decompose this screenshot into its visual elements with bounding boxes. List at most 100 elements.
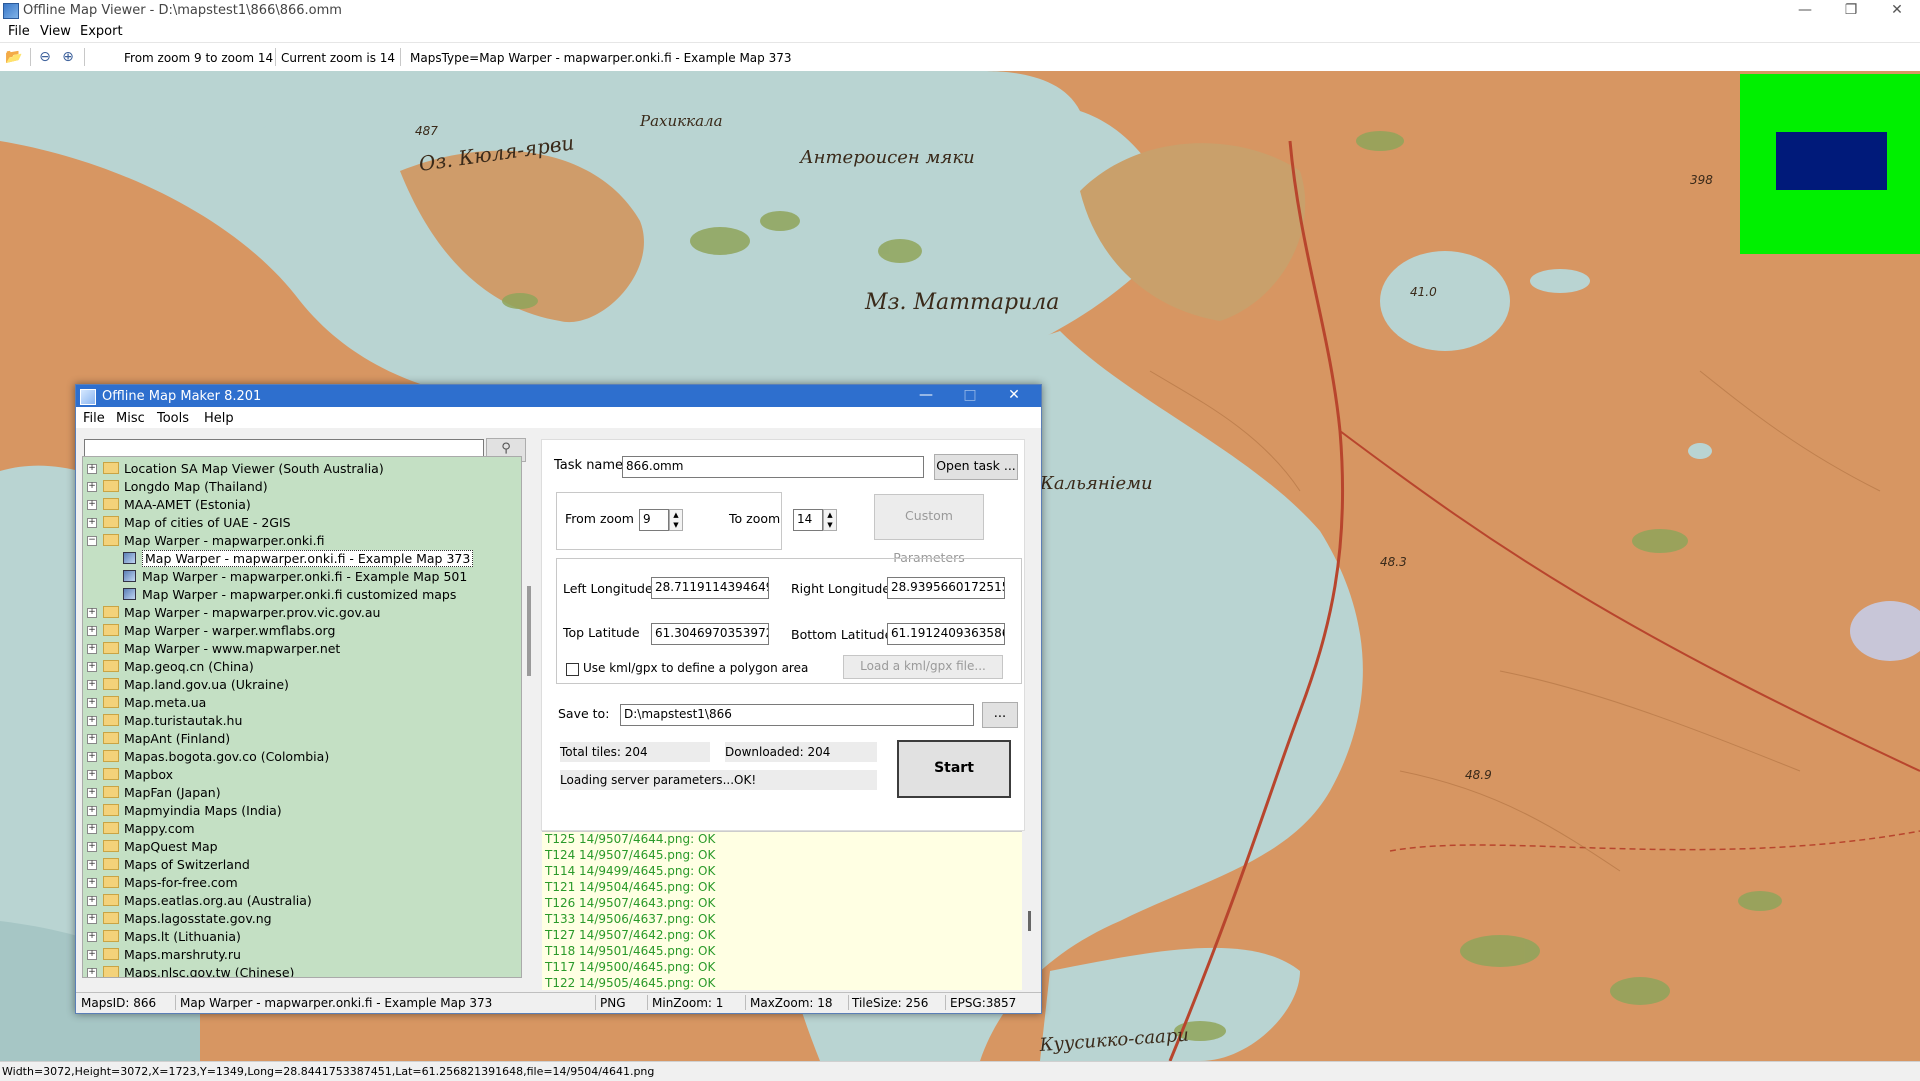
- expand-icon[interactable]: +: [87, 482, 97, 492]
- to-zoom-input[interactable]: 14: [793, 509, 823, 531]
- from-zoom-input[interactable]: 9: [639, 509, 669, 531]
- expand-icon[interactable]: +: [87, 878, 97, 888]
- tree-folder-item[interactable]: + Map Warper - www.mapwarper.net: [83, 639, 521, 657]
- expand-icon[interactable]: +: [87, 608, 97, 618]
- tree-folder-item[interactable]: + Longdo Map (Thailand): [83, 477, 521, 495]
- open-task-button[interactable]: Open task ...: [934, 454, 1018, 480]
- map-source-tree[interactable]: + Location SA Map Viewer (South Australia…: [82, 456, 522, 978]
- expand-icon[interactable]: +: [87, 824, 97, 834]
- expand-icon[interactable]: +: [87, 842, 97, 852]
- expand-icon[interactable]: +: [87, 914, 97, 924]
- tree-folder-item[interactable]: + Map Warper - warper.wmflabs.org: [83, 621, 521, 639]
- expand-icon[interactable]: +: [87, 680, 97, 690]
- menu-file[interactable]: File: [83, 411, 105, 426]
- tree-folder-item[interactable]: + MapFan (Japan): [83, 783, 521, 801]
- left-longitude-input[interactable]: 28.71191143946491: [651, 577, 769, 599]
- tree-folder-item[interactable]: + Mapmyindia Maps (India): [83, 801, 521, 819]
- expand-icon[interactable]: +: [87, 752, 97, 762]
- load-kml-button: Load a kml/gpx file...: [843, 655, 1003, 679]
- tree-map-item[interactable]: Map Warper - mapwarper.onki.fi customize…: [83, 585, 521, 603]
- menu-tools[interactable]: Tools: [157, 411, 189, 426]
- tree-item-label: Map Warper - mapwarper.prov.vic.gov.au: [124, 605, 381, 620]
- tree-folder-item[interactable]: + Maps.lagosstate.gov.ng: [83, 909, 521, 927]
- open-folder-icon[interactable]: 📂: [5, 48, 23, 66]
- tree-folder-item[interactable]: − Map Warper - mapwarper.onki.fi: [83, 531, 521, 549]
- task-name-input[interactable]: 866.omm: [622, 456, 924, 478]
- expand-icon[interactable]: +: [87, 644, 97, 654]
- tree-folder-item[interactable]: + MapAnt (Finland): [83, 729, 521, 747]
- tree-folder-item[interactable]: + MAA-AMET (Estonia): [83, 495, 521, 513]
- expand-icon[interactable]: +: [87, 734, 97, 744]
- expand-icon[interactable]: +: [87, 662, 97, 672]
- tree-folder-item[interactable]: + Maps.nlsc.gov.tw (Chinese): [83, 963, 521, 977]
- menu-view[interactable]: View: [40, 24, 71, 39]
- close-icon[interactable]: ✕: [992, 385, 1036, 407]
- tree-folder-item[interactable]: + Map.land.gov.ua (Ukraine): [83, 675, 521, 693]
- expand-icon[interactable]: +: [87, 950, 97, 960]
- bottom-latitude-input[interactable]: 61.19124093635864: [887, 623, 1005, 645]
- task-name-label: Task name: [554, 458, 624, 473]
- expand-icon[interactable]: +: [87, 806, 97, 816]
- tree-folder-item[interactable]: + MapQuest Map: [83, 837, 521, 855]
- to-zoom-stepper[interactable]: ▲ ▼: [823, 509, 837, 531]
- tree-folder-item[interactable]: + Map.meta.ua: [83, 693, 521, 711]
- minimize-icon[interactable]: —: [904, 385, 948, 407]
- scrollbar-thumb[interactable]: [1028, 911, 1031, 931]
- top-latitude-input[interactable]: 61.30469703539723: [651, 623, 769, 645]
- close-icon[interactable]: ✕: [1874, 0, 1920, 22]
- tree-map-item[interactable]: Map Warper - mapwarper.onki.fi - Example…: [83, 549, 521, 567]
- collapse-icon[interactable]: −: [87, 536, 97, 546]
- tree-folder-item[interactable]: + Map.geoq.cn (China): [83, 657, 521, 675]
- expand-icon[interactable]: +: [87, 716, 97, 726]
- folder-icon: [103, 750, 119, 762]
- restore-icon[interactable]: ❐: [1828, 0, 1874, 22]
- tree-folder-item[interactable]: + Mappy.com: [83, 819, 521, 837]
- tree-folder-item[interactable]: + Map.turistautak.hu: [83, 711, 521, 729]
- scrollbar-thumb[interactable]: [527, 586, 531, 676]
- tree-folder-item[interactable]: + Map of cities of UAE - 2GIS: [83, 513, 521, 531]
- expand-icon[interactable]: +: [87, 626, 97, 636]
- zoom-out-icon[interactable]: ⊖: [36, 48, 54, 66]
- tree-map-item[interactable]: Map Warper - mapwarper.onki.fi - Example…: [83, 567, 521, 585]
- tree-folder-item[interactable]: + Maps.marshruty.ru: [83, 945, 521, 963]
- start-button[interactable]: Start: [897, 740, 1011, 798]
- download-log[interactable]: T125 14/9507/4644.png: OK T124 14/9507/46…: [542, 831, 1022, 990]
- tree-folder-item[interactable]: + Mapbox: [83, 765, 521, 783]
- browse-button[interactable]: ...: [982, 702, 1018, 728]
- expand-icon[interactable]: +: [87, 932, 97, 942]
- menu-file[interactable]: File: [8, 24, 30, 39]
- tree-folder-item[interactable]: + Maps of Switzerland: [83, 855, 521, 873]
- expand-icon[interactable]: +: [87, 968, 97, 977]
- expand-icon[interactable]: +: [87, 770, 97, 780]
- expand-icon[interactable]: +: [87, 698, 97, 708]
- tree-folder-item[interactable]: + Location SA Map Viewer (South Australia…: [83, 459, 521, 477]
- tree-folder-item[interactable]: + Maps.lt (Lithuania): [83, 927, 521, 945]
- mini-map[interactable]: [1740, 74, 1920, 254]
- expand-icon[interactable]: +: [87, 464, 97, 474]
- tree-folder-item[interactable]: + Map Warper - mapwarper.prov.vic.gov.au: [83, 603, 521, 621]
- from-zoom-stepper[interactable]: ▲ ▼: [669, 509, 683, 531]
- save-to-input[interactable]: D:\mapstest1\866: [620, 704, 974, 726]
- expand-icon[interactable]: +: [87, 500, 97, 510]
- tree-folder-item[interactable]: + Mapas.bogota.gov.co (Colombia): [83, 747, 521, 765]
- tree-scrollbar[interactable]: [526, 456, 534, 978]
- expand-icon[interactable]: +: [87, 518, 97, 528]
- folder-icon: [103, 876, 119, 888]
- tree-folder-item[interactable]: + Maps-for-free.com: [83, 873, 521, 891]
- menu-help[interactable]: Help: [204, 411, 234, 426]
- expand-icon[interactable]: +: [87, 860, 97, 870]
- zoom-in-icon[interactable]: ⊕: [59, 48, 77, 66]
- downloaded-count: Downloaded: 204: [725, 742, 877, 762]
- minimize-icon[interactable]: —: [1782, 0, 1828, 22]
- tree-folder-item[interactable]: + Maps.eatlas.org.au (Australia): [83, 891, 521, 909]
- kml-checkbox[interactable]: [566, 663, 579, 676]
- status-divider: [745, 995, 746, 1010]
- menu-misc[interactable]: Misc: [116, 411, 145, 426]
- folder-icon: [103, 534, 119, 546]
- mini-map-viewport[interactable]: [1776, 132, 1887, 190]
- expand-icon[interactable]: +: [87, 788, 97, 798]
- expand-icon[interactable]: +: [87, 896, 97, 906]
- log-scrollbar[interactable]: [1022, 831, 1038, 989]
- menu-export[interactable]: Export: [80, 24, 123, 39]
- right-longitude-input[interactable]: 28.93956601725151: [887, 577, 1005, 599]
